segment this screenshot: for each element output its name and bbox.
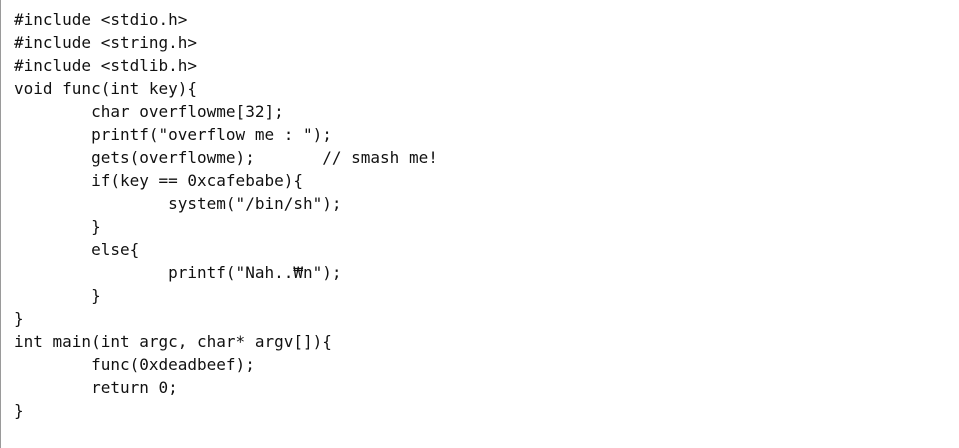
- code-editor[interactable]: #include <stdio.h> #include <string.h> #…: [0, 0, 959, 448]
- code-line-12: printf("Nah..₩n");: [14, 263, 342, 282]
- code-line-17: return 0;: [14, 378, 178, 397]
- code-text-area[interactable]: #include <stdio.h> #include <string.h> #…: [14, 8, 949, 422]
- code-line-8: if(key == 0xcafebabe){: [14, 171, 303, 190]
- code-line-18: }: [14, 401, 24, 420]
- code-line-15: int main(int argc, char* argv[]){: [14, 332, 332, 351]
- code-line-6: printf("overflow me : ");: [14, 125, 332, 144]
- code-line-10: }: [14, 217, 101, 236]
- code-line-16: func(0xdeadbeef);: [14, 355, 255, 374]
- code-line-5: char overflowme[32];: [14, 102, 284, 121]
- code-line-2: #include <string.h>: [14, 33, 198, 52]
- code-line-1: #include <stdio.h>: [14, 10, 188, 29]
- code-line-4: void func(int key){: [14, 79, 198, 98]
- code-line-9: system("/bin/sh");: [14, 194, 342, 213]
- code-line-7: gets(overflowme); // smash me!: [14, 148, 438, 167]
- code-line-3: #include <stdlib.h>: [14, 56, 198, 75]
- code-line-14: }: [14, 309, 24, 328]
- code-line-11: else{: [14, 240, 140, 259]
- code-line-13: }: [14, 286, 101, 305]
